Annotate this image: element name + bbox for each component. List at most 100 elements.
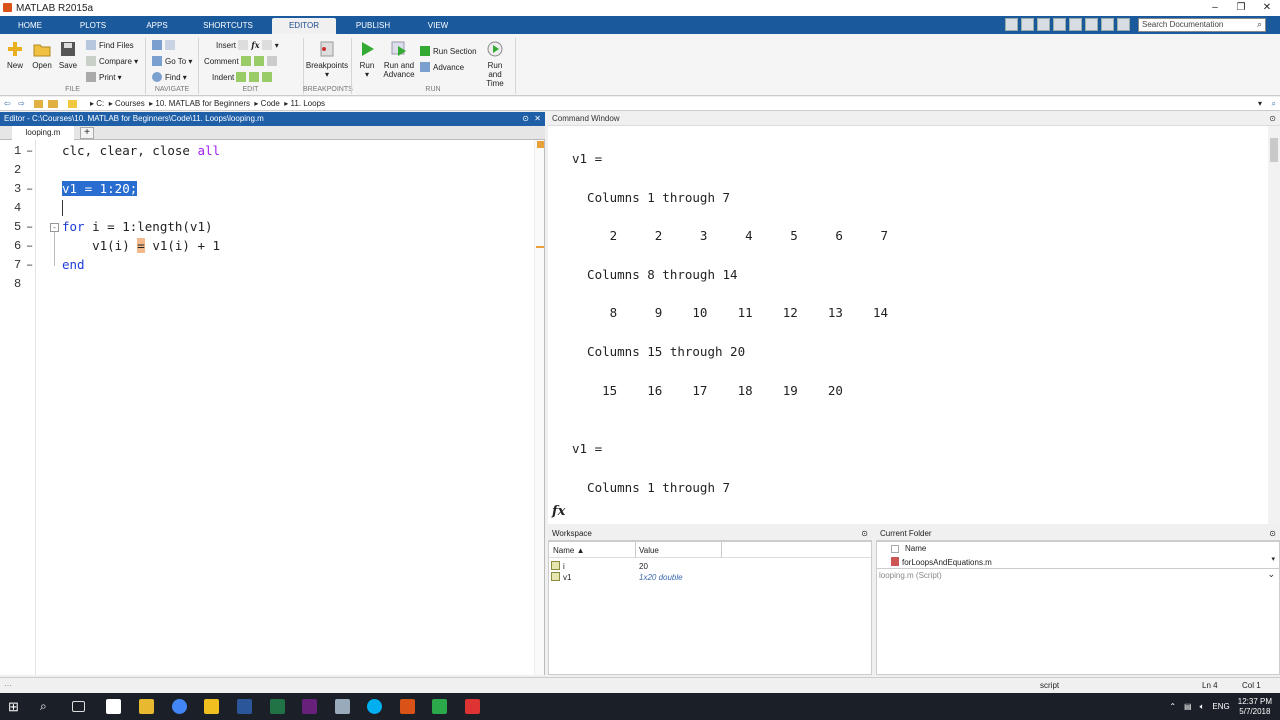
scrollbar-thumb[interactable] xyxy=(1270,138,1278,162)
breakpoint-marker[interactable]: – xyxy=(26,220,33,234)
back-forward-nav[interactable] xyxy=(152,40,178,50)
tab-shortcuts[interactable]: SHORTCUTS xyxy=(190,18,266,34)
minimize-button[interactable]: – xyxy=(1202,0,1228,16)
help-icon[interactable] xyxy=(1117,18,1130,31)
breadcrumb-item[interactable]: 11. Loops xyxy=(290,99,325,108)
column-header-value[interactable]: Value xyxy=(639,546,659,555)
network-icon[interactable]: ▤ xyxy=(1184,702,1192,711)
new-button[interactable]: New xyxy=(4,40,26,70)
indent-button[interactable]: Indent xyxy=(212,72,275,82)
tab-apps[interactable]: APPS xyxy=(130,18,184,34)
tab-plots[interactable]: PLOTS xyxy=(62,18,124,34)
find-files-button[interactable]: Find Files xyxy=(86,40,134,50)
matlab-taskbar-icon[interactable] xyxy=(400,699,415,714)
breakpoint-marker[interactable]: – xyxy=(26,144,33,158)
breadcrumb-item[interactable]: Courses xyxy=(115,99,145,108)
command-window[interactable]: v1 = Columns 1 through 7 2 2 3 4 5 6 7 C… xyxy=(548,126,1280,524)
back-icon[interactable]: ⇦ xyxy=(4,97,11,111)
breadcrumb-item[interactable]: 10. MATLAB for Beginners xyxy=(155,99,250,108)
pencil-app-icon[interactable] xyxy=(204,699,219,714)
save-icon[interactable] xyxy=(1005,18,1018,31)
save-button[interactable]: Save xyxy=(58,40,78,70)
checkbox[interactable] xyxy=(891,545,899,553)
code-editor[interactable]: 1 2 3 4 5 6 7 8 – – – – – - clc, clear, … xyxy=(0,140,545,675)
scrollbar[interactable] xyxy=(1268,126,1280,524)
paste-icon[interactable] xyxy=(1053,18,1066,31)
open-button[interactable]: Open xyxy=(30,40,54,70)
compare-button[interactable]: Compare ▾ xyxy=(86,56,138,66)
search-icon[interactable]: ⌕ xyxy=(1272,97,1276,111)
warning-marker[interactable] xyxy=(536,246,544,248)
tab-view[interactable]: VIEW xyxy=(410,18,466,34)
tab-publish[interactable]: PUBLISH xyxy=(342,18,404,34)
skype-icon[interactable] xyxy=(367,699,382,714)
visual-studio-icon[interactable] xyxy=(302,699,317,714)
fx-prompt-icon[interactable]: fx xyxy=(552,504,565,519)
comment-button[interactable]: Comment xyxy=(204,56,280,66)
file-explorer-icon[interactable] xyxy=(139,699,154,714)
breakpoints-button[interactable]: Breakpoints ▾ xyxy=(305,40,349,79)
close-button[interactable]: ✕ xyxy=(1254,0,1280,16)
search-icon[interactable]: ⌕ xyxy=(40,699,55,714)
column-header-name[interactable]: Name xyxy=(905,544,926,553)
warning-indicator[interactable] xyxy=(537,141,544,148)
insert-button[interactable]: Insert fx ▾ xyxy=(216,40,279,50)
browse-folder-icon[interactable] xyxy=(48,100,58,108)
chrome-icon[interactable] xyxy=(172,699,187,714)
breadcrumb-item[interactable]: Code xyxy=(261,99,280,108)
workspace-title: Workspace xyxy=(552,529,592,538)
tab-editor[interactable]: EDITOR xyxy=(272,18,336,34)
chevron-up-icon[interactable]: ⌃ xyxy=(1169,702,1176,711)
tab-looping-m[interactable]: looping.m xyxy=(12,126,74,140)
undo-icon[interactable] xyxy=(1069,18,1082,31)
options-icon[interactable]: ⊙ xyxy=(861,527,868,541)
remote-desktop-icon[interactable] xyxy=(335,699,350,714)
scroll-arrow-icon[interactable]: ▾ xyxy=(1271,555,1275,563)
fold-toggle-icon[interactable]: - xyxy=(50,223,59,232)
options-icon[interactable]: ⊙ xyxy=(522,112,529,126)
mail-icon[interactable] xyxy=(106,699,121,714)
run-section-button[interactable]: Run Section xyxy=(420,46,477,56)
run-and-advance-button[interactable]: Run and Advance xyxy=(382,40,416,79)
details-panel-title[interactable]: looping.m (Script) xyxy=(879,571,942,580)
find-button[interactable]: Find ▾ xyxy=(152,72,187,82)
redo-icon[interactable] xyxy=(1085,18,1098,31)
maximize-button[interactable]: ❐ xyxy=(1228,0,1254,16)
search-icon[interactable]: ⌕ xyxy=(1257,19,1262,30)
recorder-icon[interactable] xyxy=(465,699,480,714)
table-row[interactable]: i xyxy=(551,561,565,571)
column-header-name[interactable]: Name ▲ xyxy=(553,546,584,555)
camtasia-icon[interactable] xyxy=(432,699,447,714)
chevron-down-icon[interactable]: ⌄ xyxy=(1267,569,1275,580)
excel-icon[interactable] xyxy=(270,699,285,714)
breadcrumb-item[interactable]: C: xyxy=(96,99,104,108)
copy-icon[interactable] xyxy=(1037,18,1050,31)
cut-icon[interactable] xyxy=(1021,18,1034,31)
forward-icon[interactable]: ⇨ xyxy=(18,97,25,111)
go-to-button[interactable]: Go To ▾ xyxy=(152,56,192,66)
table-row[interactable]: v1 xyxy=(551,572,571,582)
language-indicator[interactable]: ENG xyxy=(1212,702,1229,711)
breakpoint-marker[interactable]: – xyxy=(26,239,33,253)
breakpoint-marker[interactable]: – xyxy=(26,258,33,272)
breakpoint-marker[interactable]: – xyxy=(26,182,33,196)
advance-button[interactable]: Advance xyxy=(420,62,464,72)
up-folder-icon[interactable] xyxy=(34,100,43,108)
word-icon[interactable] xyxy=(237,699,252,714)
add-tab-button[interactable]: + xyxy=(80,127,94,139)
task-view-icon[interactable] xyxy=(72,701,85,712)
print-button[interactable]: Print ▾ xyxy=(86,72,122,82)
clock[interactable]: 12:37 PM 5/7/2018 xyxy=(1238,697,1272,717)
run-button[interactable]: Run ▾ xyxy=(356,40,378,79)
volume-icon[interactable]: 🔈︎ xyxy=(1200,702,1205,712)
windows-start-icon[interactable]: ⊞ xyxy=(8,699,23,714)
search-documentation-input[interactable]: Search Documentation xyxy=(1138,18,1266,32)
list-item[interactable]: forLoopsAndEquations.m xyxy=(891,557,992,567)
chevron-down-icon[interactable]: ▾ xyxy=(1258,97,1262,111)
tab-home[interactable]: HOME xyxy=(4,18,56,34)
run-and-time-button[interactable]: Run and Time xyxy=(480,40,510,88)
options-icon[interactable]: ⊙ xyxy=(1269,112,1276,126)
close-icon[interactable]: ✕ xyxy=(534,112,541,126)
switch-windows-icon[interactable] xyxy=(1101,18,1114,31)
options-icon[interactable]: ⊙ xyxy=(1269,527,1276,541)
